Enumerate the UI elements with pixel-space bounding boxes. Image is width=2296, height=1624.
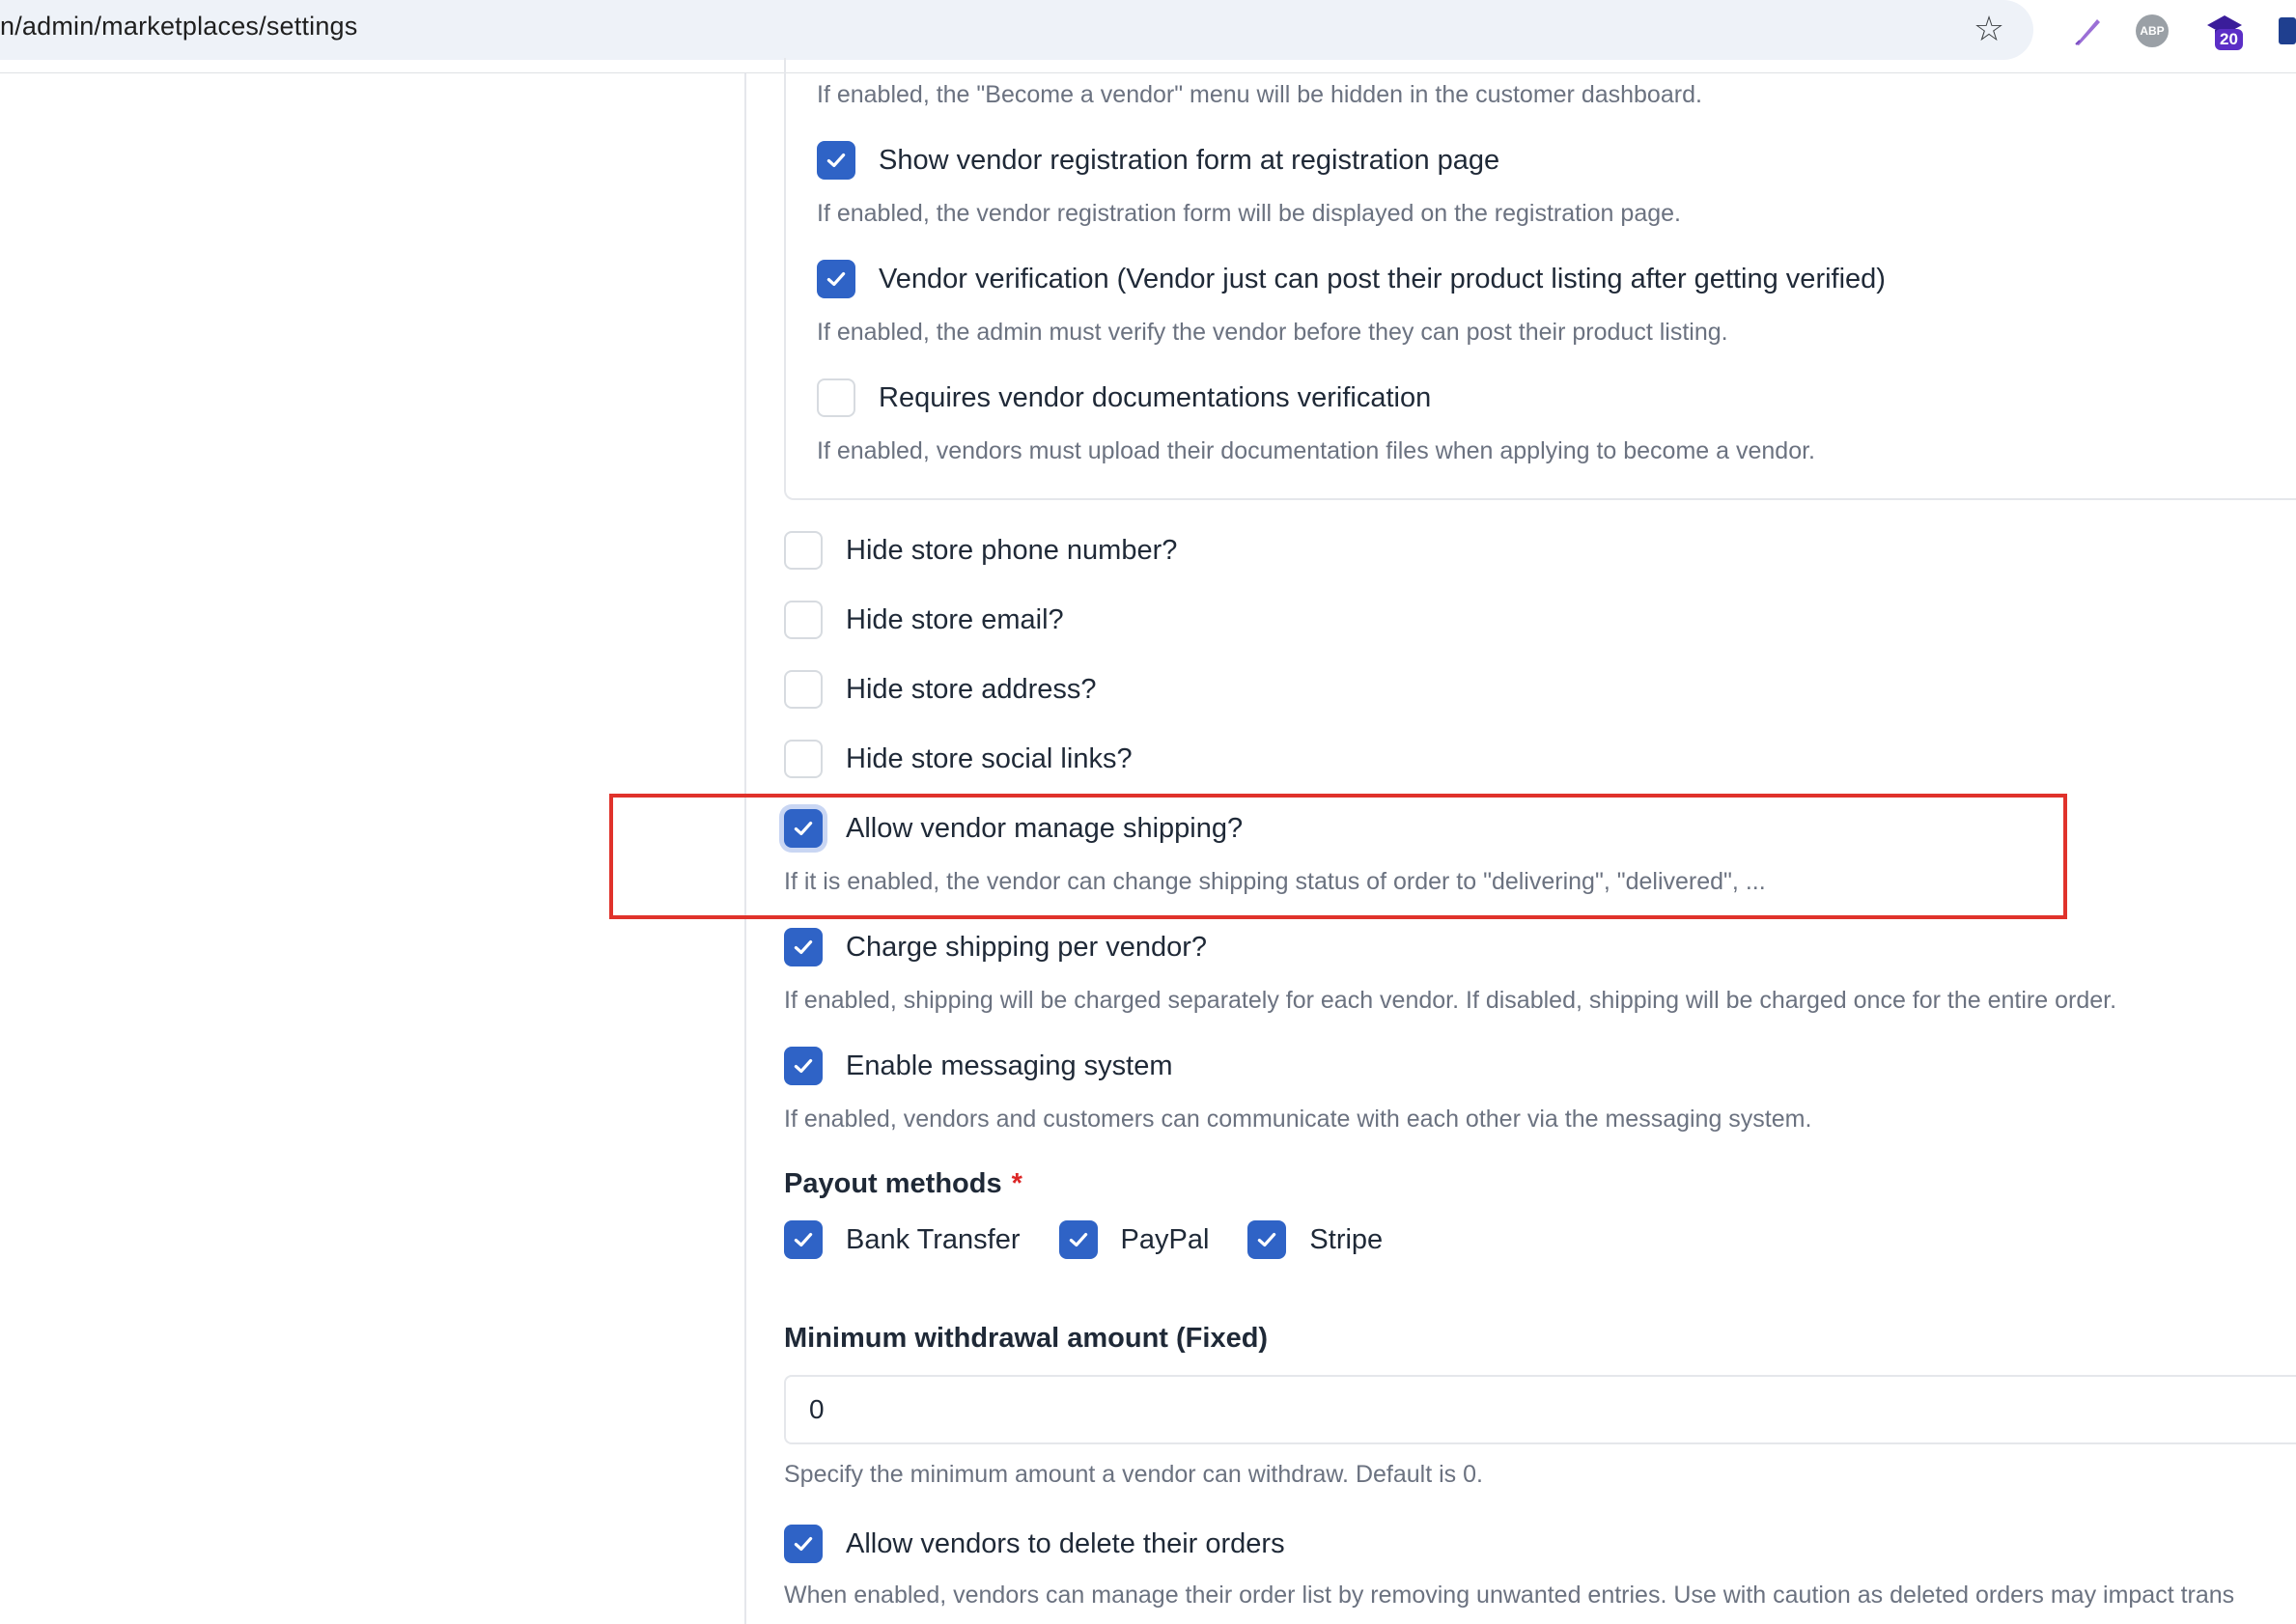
option-label: Hide store email?: [846, 603, 1064, 635]
hide-social-links-option[interactable]: Hide store social links?: [784, 740, 1133, 778]
option-label: Hide store address?: [846, 673, 1097, 705]
payout-bank-transfer[interactable]: Bank Transfer: [784, 1220, 1021, 1259]
option-help: If enabled, vendors and customers can co…: [784, 1106, 1812, 1133]
checkmark-icon: [826, 271, 846, 287]
checkbox[interactable]: [817, 260, 855, 298]
become-vendor-help: If enabled, the "Become a vendor" menu w…: [817, 81, 1702, 108]
abp-icon[interactable]: ABP: [2136, 12, 2174, 50]
payout-label: Stripe: [1309, 1223, 1384, 1255]
address-bar[interactable]: n/admin/marketplaces/settings ☆: [0, 0, 2033, 60]
payout-label: PayPal: [1120, 1223, 1210, 1255]
required-marker: *: [1011, 1168, 1022, 1199]
option-label: Hide store social links?: [846, 742, 1133, 774]
checkmark-icon: [794, 939, 813, 955]
option-label: Enable messaging system: [846, 1050, 1173, 1081]
notification-count-badge: 20: [2215, 29, 2243, 50]
checkbox[interactable]: [784, 670, 823, 709]
option-help: If enabled, the admin must verify the ve…: [817, 319, 1728, 346]
bookmark-star-icon[interactable]: ☆: [1970, 10, 2008, 48]
enable-messaging-option[interactable]: Enable messaging system: [784, 1047, 1173, 1085]
option-label: Vendor verification (Vendor just can pos…: [879, 263, 1886, 294]
quill-icon[interactable]: [2068, 12, 2107, 50]
payout-stripe[interactable]: Stripe: [1247, 1220, 1383, 1259]
checkbox[interactable]: [784, 928, 823, 966]
vendor-verification-option[interactable]: Vendor verification (Vendor just can pos…: [817, 260, 1886, 298]
checkbox[interactable]: [1247, 1220, 1287, 1259]
checkmark-icon: [794, 1058, 813, 1074]
allow-delete-orders-option[interactable]: Allow vendors to delete their orders: [784, 1525, 1285, 1563]
extension-icon[interactable]: [2277, 12, 2296, 50]
minimum-withdrawal-input[interactable]: 0: [784, 1375, 2296, 1444]
option-help: If enabled, shipping will be charged sep…: [784, 987, 2117, 1014]
option-label: Show vendor registration form at registr…: [879, 144, 1500, 176]
url-text[interactable]: n/admin/marketplaces/settings: [0, 12, 357, 42]
option-help: If enabled, the vendor registration form…: [817, 200, 1681, 227]
documentation-verification-option[interactable]: Requires vendor documentations verificat…: [817, 378, 1431, 417]
checkbox[interactable]: [784, 740, 823, 778]
payout-methods-label: Payout methods *: [784, 1168, 1022, 1199]
minimum-withdrawal-label: Minimum withdrawal amount (Fixed): [784, 1323, 1269, 1354]
option-label: Requires vendor documentations verificat…: [879, 381, 1432, 413]
hide-phone-option[interactable]: Hide store phone number?: [784, 531, 1177, 570]
checkbox[interactable]: [817, 141, 855, 180]
checkbox[interactable]: [784, 601, 823, 639]
highlight-annotation-box: [609, 794, 2067, 919]
checkbox[interactable]: [784, 1525, 823, 1563]
payout-paypal[interactable]: PayPal: [1058, 1220, 1210, 1259]
checkbox[interactable]: [784, 531, 823, 570]
checkmark-icon: [794, 1536, 813, 1552]
show-registration-form-option[interactable]: Show vendor registration form at registr…: [817, 141, 1499, 180]
option-label: Hide store phone number?: [846, 534, 1178, 566]
hide-email-option[interactable]: Hide store email?: [784, 601, 1064, 639]
hide-address-option[interactable]: Hide store address?: [784, 670, 1097, 709]
graduation-cap-icon[interactable]: 20: [2205, 12, 2244, 50]
checkbox[interactable]: [817, 378, 855, 417]
checkmark-icon: [1258, 1232, 1276, 1247]
withdrawal-help: Specify the minimum amount a vendor can …: [784, 1461, 1483, 1488]
payout-methods-group: Bank Transfer PayPal Stripe: [784, 1220, 1421, 1259]
payout-label: Bank Transfer: [846, 1223, 1021, 1255]
option-help: If enabled, vendors must upload their do…: [817, 437, 1815, 464]
charge-shipping-per-vendor-option[interactable]: Charge shipping per vendor?: [784, 928, 1207, 966]
checkmark-icon: [794, 1232, 813, 1247]
option-label: Charge shipping per vendor?: [846, 931, 1208, 963]
option-label: Allow vendors to delete their orders: [846, 1527, 1285, 1559]
checkbox[interactable]: [784, 1220, 823, 1259]
option-help: When enabled, vendors can manage their o…: [784, 1582, 2235, 1609]
checkmark-icon: [826, 153, 846, 168]
checkmark-icon: [1069, 1232, 1087, 1247]
checkbox[interactable]: [784, 1047, 823, 1085]
checkbox[interactable]: [1058, 1220, 1098, 1259]
